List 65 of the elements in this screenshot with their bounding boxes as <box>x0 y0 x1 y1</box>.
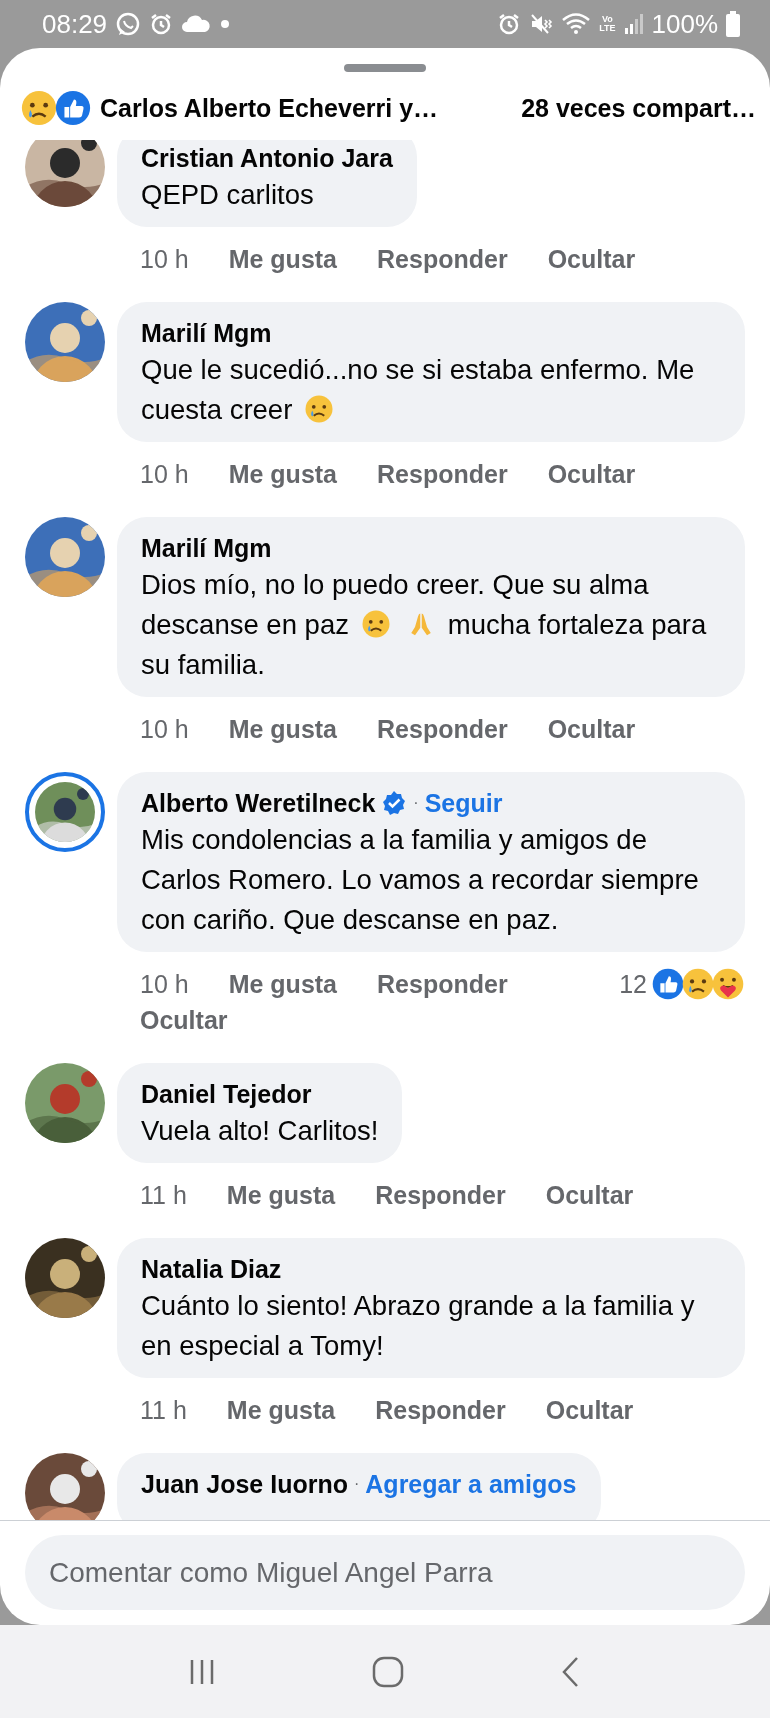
comment-text: Mis condolencias a la familia y amigos de Carlos Romero. Lo vamos a recordar siempre con cariño. Que descanse en paz. <box>141 823 700 937</box>
mute-icon <box>529 12 554 36</box>
action-link[interactable]: Me gusta <box>226 1392 336 1428</box>
sad-face-icon <box>681 967 715 1001</box>
cloud-icon <box>181 14 212 34</box>
action-link[interactable]: Me gusta <box>228 456 338 492</box>
action-link[interactable]: Ocultar <box>547 456 636 492</box>
timestamp: 10 h <box>140 714 189 745</box>
author-name[interactable]: Juan Jose Iuorno <box>141 1469 348 1499</box>
wifi-icon <box>561 12 592 36</box>
action-link[interactable]: Responder <box>377 241 508 277</box>
author-name[interactable]: Natalia Diaz <box>141 1254 282 1284</box>
action-link[interactable]: Me gusta <box>228 711 338 747</box>
battery-level: 100% <box>651 8 718 40</box>
author-name[interactable]: Daniel Tejedor <box>141 1079 312 1109</box>
separator-dot: · <box>413 794 419 812</box>
comment-text: Vuela alto! Carlitos! <box>141 1114 379 1148</box>
link[interactable]: Seguir <box>424 788 503 818</box>
status-time: 08:29 <box>42 8 108 40</box>
timestamp: 11 h <box>140 1395 187 1426</box>
network-label: Vo <box>601 15 613 24</box>
author-name[interactable]: Marilí Mgm <box>141 318 272 348</box>
action-link[interactable]: Responder <box>375 1392 506 1428</box>
reactions-summary[interactable]: Carlos Alberto Echeverri y… <box>100 93 439 123</box>
action-link[interactable]: Responder <box>377 456 508 492</box>
action-link[interactable]: Ocultar <box>547 241 636 277</box>
action-link[interactable]: Ocultar <box>140 1002 228 1038</box>
home-icon[interactable] <box>371 1654 405 1689</box>
author-name[interactable]: Marilí Mgm <box>141 533 272 563</box>
battery-icon <box>726 11 740 37</box>
signal-icon <box>623 13 644 35</box>
action-link[interactable]: Ocultar <box>545 1392 634 1428</box>
notification-dot-icon <box>219 18 232 30</box>
action-link[interactable]: Me gusta <box>226 1177 336 1213</box>
action-link[interactable]: Ocultar <box>545 1177 634 1213</box>
sad-face-icon <box>20 89 58 127</box>
timestamp: 10 h <box>140 244 189 275</box>
timestamp: 10 h <box>140 969 189 1000</box>
separator-dot: · <box>354 1475 360 1493</box>
comment-text: Dios mío, no lo puedo creer. Que su alma descanse en paz mucha fortaleza para su familia. <box>141 568 708 682</box>
shares-count[interactable]: 28 veces compart… <box>521 93 756 123</box>
chat-app-icon <box>115 11 142 37</box>
action-link[interactable]: Me gusta <box>228 966 338 1002</box>
author-name[interactable]: Cristian Antonio Jara <box>141 143 393 173</box>
sad-face-icon <box>360 609 391 639</box>
sad-face-icon <box>303 394 334 424</box>
action-link[interactable]: Responder <box>377 966 508 1002</box>
like-icon <box>54 89 92 127</box>
timestamp: 10 h <box>140 459 189 490</box>
comment-text: Cuánto lo siento! Abrazo grande a la familia y en especial a Tomy! <box>141 1289 696 1363</box>
comment-field[interactable]: Comentar como Miguel Angel Parra <box>25 1535 745 1610</box>
network-label: LTE <box>599 24 616 33</box>
like-icon <box>651 967 685 1001</box>
drag-handle[interactable] <box>344 64 426 72</box>
action-link[interactable]: Me gusta <box>228 241 338 277</box>
comment-text: QEPD carlitos <box>141 178 315 212</box>
care-reaction-icon <box>711 967 745 1001</box>
action-link[interactable]: Responder <box>375 1177 506 1213</box>
timestamp: 11 h <box>140 1180 187 1211</box>
reaction-count[interactable]: 12 <box>619 966 647 1002</box>
comment-text: Que le sucedió...no se si estaba enfermo. Me cuesta creer <box>141 353 696 427</box>
link[interactable]: Agregar a amigos <box>365 1469 577 1499</box>
author-name[interactable]: Alberto Weretilneck <box>141 788 376 818</box>
action-link[interactable]: Ocultar <box>547 711 636 747</box>
action-link[interactable]: Responder <box>377 711 508 747</box>
